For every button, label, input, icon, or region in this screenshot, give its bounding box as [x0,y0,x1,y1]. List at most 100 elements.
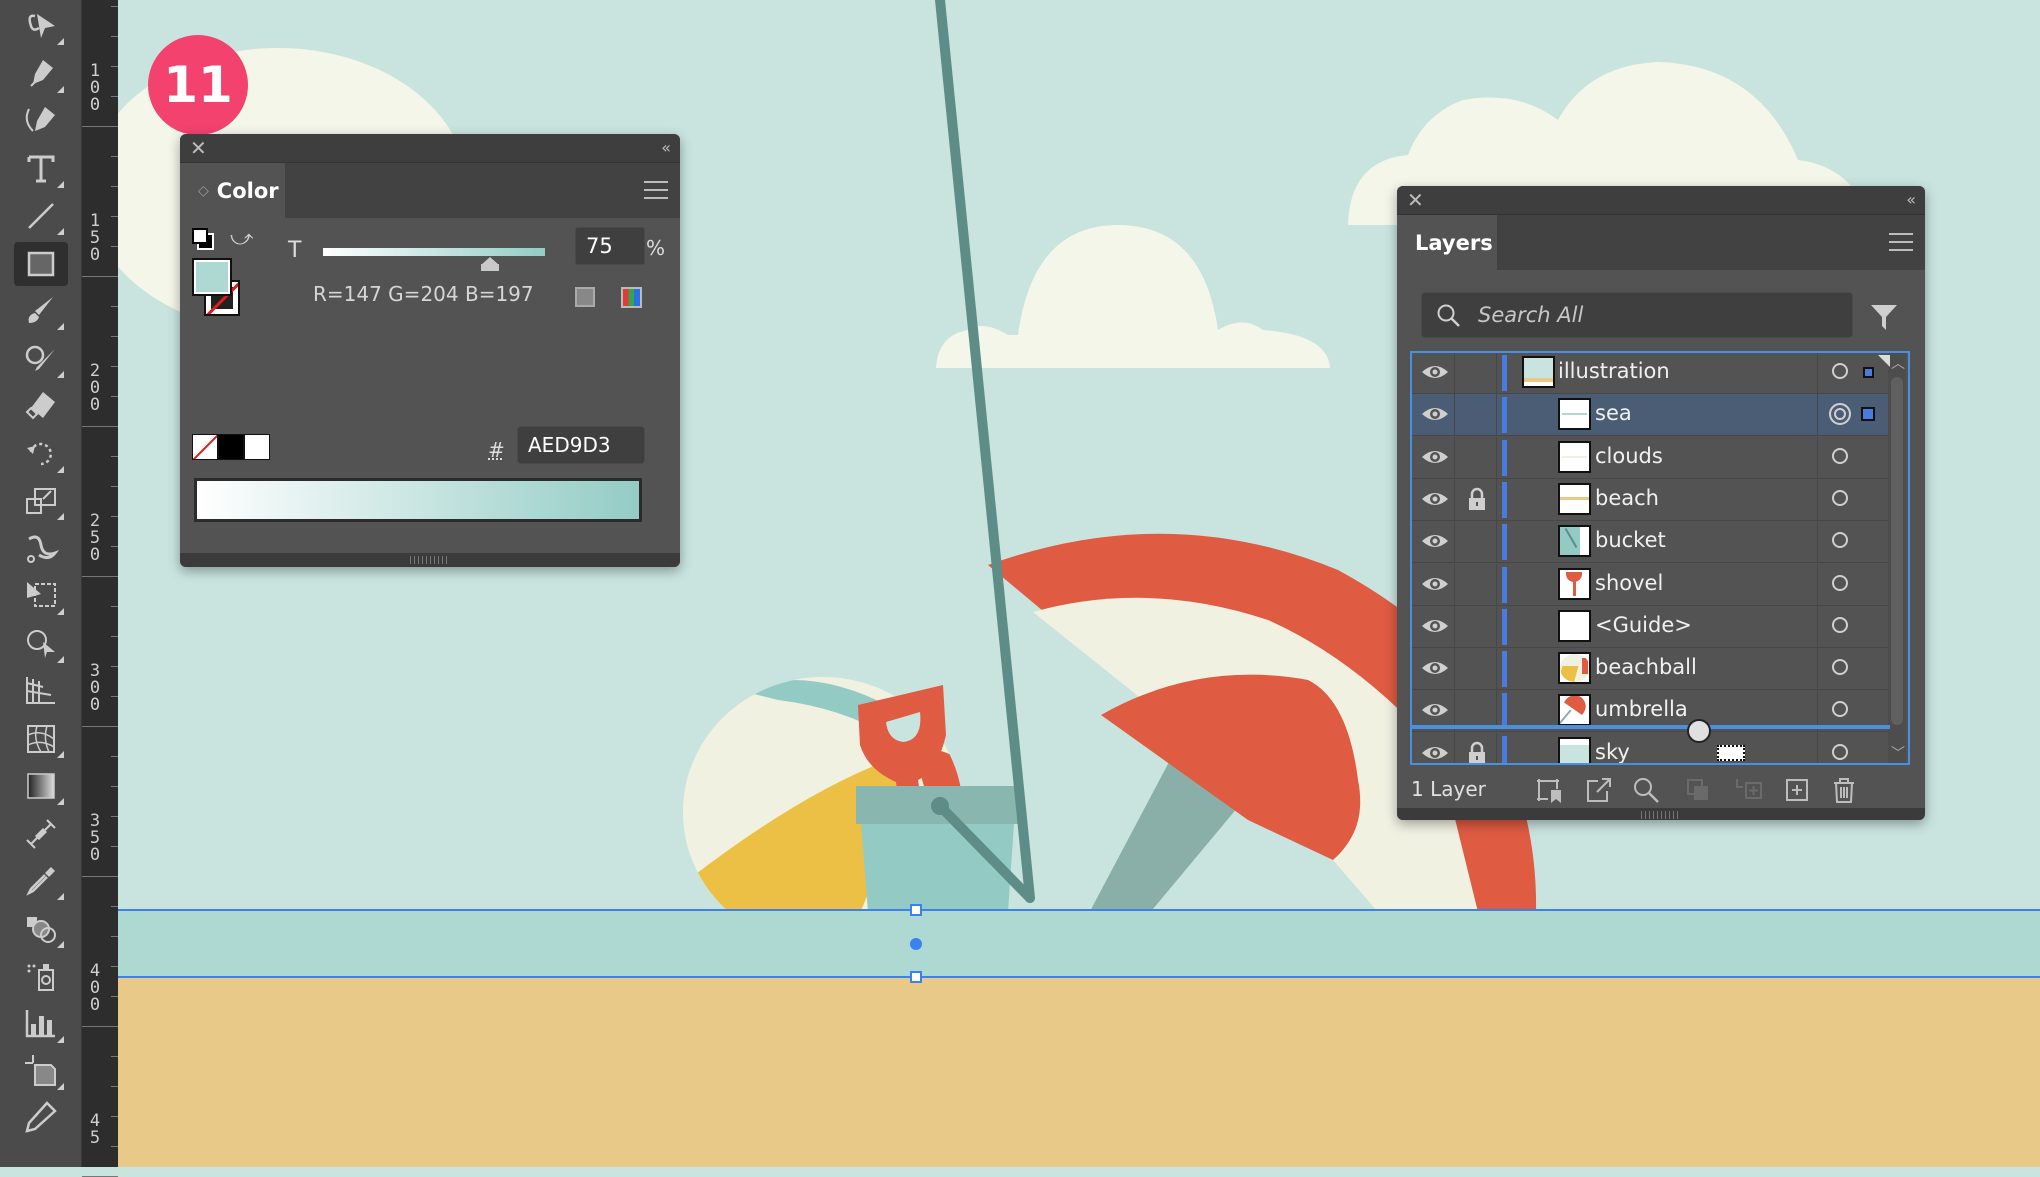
layer-row[interactable]: sea [1412,394,1892,437]
visibility-eye-icon[interactable] [1420,741,1450,765]
fill-swatch[interactable] [192,258,232,296]
close-icon[interactable]: ✕ [1407,188,1424,212]
gradient-tool[interactable] [14,764,68,808]
sea-shape[interactable] [118,910,2040,977]
line-tool[interactable] [14,194,68,238]
target-circle-icon[interactable] [1832,616,1848,633]
panel-resize-grip[interactable] [180,553,680,567]
tint-value-input[interactable] [575,227,645,265]
artboard-tool[interactable] [14,1049,68,1093]
rotate-tool[interactable] [14,432,68,476]
new-layer-icon[interactable] [1782,775,1812,805]
scroll-up-icon[interactable]: ︿ [1891,353,1905,373]
collapse-panel-icon[interactable]: ‹‹ [1906,188,1916,212]
black-swatch[interactable] [218,434,244,460]
vertical-ruler[interactable]: 100 150 200 250 300 350 400 45 [82,0,118,1177]
lock-toggle-empty[interactable] [1458,564,1494,606]
target-circle-icon[interactable] [1832,743,1848,760]
options-toggle-icon[interactable]: ◇ [198,183,209,199]
slice-tool[interactable] [14,1097,68,1141]
rectangle-tool[interactable] [14,241,68,286]
color-spectrum-bar[interactable] [194,478,642,522]
shape-builder-tool[interactable] [14,622,68,666]
target-circle-icon[interactable] [1832,363,1848,379]
blend-tool[interactable] [14,907,68,951]
layers-scrollbar[interactable]: ︿ ﹀ [1888,353,1906,763]
selection-tool[interactable] [14,4,68,48]
selection-indicator[interactable] [1861,407,1875,422]
trash-icon[interactable] [1829,775,1859,805]
panel-resize-grip[interactable] [1397,808,1925,820]
target-circle-icon[interactable] [1832,447,1848,464]
paintbrush-tool[interactable] [14,289,68,333]
target-circle-icon[interactable] [1829,403,1851,426]
selection-handle-bottom[interactable] [910,971,922,983]
layer-row[interactable]: ⌄illustration [1412,353,1892,394]
width-tool[interactable] [14,812,68,856]
layer-row[interactable]: beach [1412,478,1892,521]
hex-value-input[interactable] [517,426,645,464]
selection-indicator[interactable] [1863,367,1874,378]
scroll-down-icon[interactable]: ﹀ [1891,743,1905,763]
layer-row[interactable]: ›shovel [1412,563,1892,606]
scrollbar-thumb[interactable] [1891,377,1903,725]
target-circle-icon[interactable] [1832,574,1848,591]
collapse-panel-icon[interactable]: ‹‹ [661,136,671,160]
lock-toggle-empty[interactable] [1458,353,1494,394]
selection-handle-top[interactable] [910,904,922,916]
pen-tool[interactable] [14,52,68,96]
lock-icon[interactable] [1466,487,1488,511]
free-transform-tool[interactable] [14,574,68,618]
close-icon[interactable]: ✕ [190,136,207,160]
lock-icon[interactable] [1466,741,1488,765]
lock-toggle-empty[interactable] [1458,606,1494,648]
mesh-tool[interactable] [14,717,68,761]
tint-slider[interactable] [323,248,545,256]
perspective-grid-tool[interactable] [14,669,68,713]
target-circle-icon[interactable] [1832,701,1848,718]
puppet-warp-tool[interactable] [14,527,68,571]
layer-row[interactable]: sky [1412,732,1892,765]
layers-panel-titlebar[interactable]: ✕ ‹‹ [1397,186,1925,215]
visibility-eye-icon[interactable] [1420,402,1450,426]
symbol-sprayer-tool[interactable] [14,954,68,998]
visibility-eye-icon[interactable] [1420,614,1450,638]
export-icon[interactable] [1583,775,1613,805]
white-swatch[interactable] [244,434,270,460]
lock-toggle-empty[interactable] [1458,648,1494,690]
layer-row[interactable]: ›beachball [1412,648,1892,691]
clipping-mask-icon[interactable] [1683,775,1713,805]
scale-tool[interactable] [14,479,68,523]
target-circle-icon[interactable] [1832,659,1848,676]
tab-color[interactable]: ◇ Color [180,163,285,218]
panel-menu-icon[interactable] [644,181,668,199]
grayscale-mode-icon[interactable] [575,287,595,307]
color-spectrum-mode-icon[interactable] [621,287,642,308]
visibility-eye-icon[interactable] [1420,360,1450,384]
locate-object-icon[interactable] [1631,775,1661,805]
graph-tool[interactable] [14,1002,68,1046]
none-swatch[interactable] [192,434,218,460]
create-sublayer-icon[interactable] [1733,775,1763,805]
tab-layers[interactable]: Layers [1397,215,1497,270]
collect-for-export-icon[interactable] [1534,775,1564,805]
shaper-tool[interactable] [14,337,68,381]
visibility-eye-icon[interactable] [1420,698,1450,722]
target-circle-icon[interactable] [1832,532,1848,549]
swap-fill-stroke-icon[interactable]: ⤻ [230,226,254,251]
eyedropper-tool[interactable] [14,859,68,903]
layer-row[interactable]: ›bucket [1412,521,1892,564]
panel-menu-icon[interactable] [1889,233,1913,251]
color-panel-titlebar[interactable]: ✕ ‹‹ [180,134,680,163]
curvature-tool[interactable] [14,99,68,143]
type-tool[interactable] [14,147,68,191]
eraser-tool[interactable] [14,384,68,428]
target-circle-icon[interactable] [1832,489,1848,506]
default-fill-stroke-icon[interactable] [192,228,214,250]
visibility-eye-icon[interactable] [1420,529,1450,553]
visibility-eye-icon[interactable] [1420,656,1450,680]
lock-toggle-empty[interactable] [1458,394,1494,436]
layer-row[interactable]: <Guide> [1412,605,1892,648]
visibility-eye-icon[interactable] [1420,445,1450,469]
filter-icon[interactable] [1869,302,1899,332]
